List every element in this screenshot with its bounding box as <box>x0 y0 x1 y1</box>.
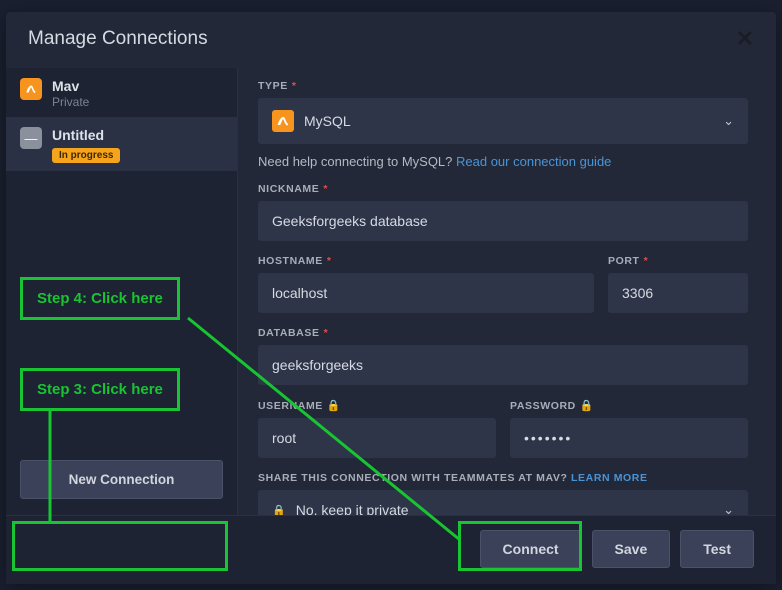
status-badge: In progress <box>52 148 120 163</box>
required-marker: * <box>644 255 649 267</box>
connection-name: Mav <box>52 78 89 95</box>
nickname-label: NICKNAME* <box>258 183 748 195</box>
field-database: DATABASE* <box>258 327 748 385</box>
hostname-input[interactable] <box>258 273 594 313</box>
modal-title: Manage Connections <box>28 28 208 50</box>
share-select[interactable]: 🔒 No, keep it private ⌄ <box>258 490 748 515</box>
field-nickname: NICKNAME* <box>258 183 748 241</box>
type-label: TYPE* <box>258 80 748 92</box>
lock-icon: 🔒 <box>272 504 286 516</box>
password-input[interactable]: ••••••• <box>510 418 748 458</box>
save-button[interactable]: Save <box>592 530 671 568</box>
mysql-icon <box>20 78 42 100</box>
connection-subtitle: Private <box>52 95 89 109</box>
port-input[interactable] <box>608 273 748 313</box>
mysql-icon <box>272 110 294 132</box>
required-marker: * <box>327 255 332 267</box>
password-label: PASSWORD🔒 <box>510 399 748 412</box>
chevron-down-icon: ⌄ <box>723 502 734 515</box>
connection-text: Untitled In progress <box>52 127 120 163</box>
username-input[interactable] <box>258 418 496 458</box>
share-value: No, keep it private <box>296 502 409 515</box>
connection-item-untitled[interactable]: — Untitled In progress <box>6 117 237 171</box>
modal-footer: Connect Save Test <box>6 515 776 584</box>
connection-list: Mav Private — Untitled In progress <box>6 68 237 448</box>
lock-icon: 🔒 <box>327 399 341 412</box>
new-connection-button[interactable]: New Connection <box>20 460 223 499</box>
required-marker: * <box>292 80 297 92</box>
connection-form: TYPE* MySQL ⌄ Need help connecting to My… <box>238 68 776 515</box>
field-port: PORT* <box>608 255 748 313</box>
field-share: SHARE THIS CONNECTION WITH TEAMMATES AT … <box>258 472 748 515</box>
username-label: USERNAME🔒 <box>258 399 496 412</box>
learn-more-link[interactable]: LEARN MORE <box>571 472 648 484</box>
database-input[interactable] <box>258 345 748 385</box>
new-connection-wrap: New Connection <box>6 448 237 515</box>
close-icon[interactable]: ✕ <box>736 26 754 52</box>
test-button[interactable]: Test <box>680 530 754 568</box>
help-text: Need help connecting to MySQL? Read our … <box>258 154 748 169</box>
connection-name: Untitled <box>52 127 120 144</box>
connect-button[interactable]: Connect <box>480 530 582 568</box>
connection-item-mav[interactable]: Mav Private <box>6 68 237 117</box>
share-label: SHARE THIS CONNECTION WITH TEAMMATES AT … <box>258 472 748 484</box>
required-marker: * <box>324 327 329 339</box>
connection-text: Mav Private <box>52 78 89 109</box>
chevron-down-icon: ⌄ <box>723 113 734 129</box>
type-value: MySQL <box>304 113 351 129</box>
connections-sidebar: Mav Private — Untitled In progress New C… <box>6 68 238 515</box>
type-select[interactable]: MySQL ⌄ <box>258 98 748 144</box>
connection-guide-link[interactable]: Read our connection guide <box>456 154 611 169</box>
field-type: TYPE* MySQL ⌄ Need help connecting to My… <box>258 80 748 169</box>
modal-header: Manage Connections ✕ <box>6 12 776 68</box>
database-label: DATABASE* <box>258 327 748 339</box>
nickname-input[interactable] <box>258 201 748 241</box>
connection-placeholder-icon: — <box>20 127 42 149</box>
hostname-label: HOSTNAME* <box>258 255 594 267</box>
port-label: PORT* <box>608 255 748 267</box>
required-marker: * <box>323 183 328 195</box>
field-username: USERNAME🔒 <box>258 399 496 458</box>
field-password: PASSWORD🔒 ••••••• <box>510 399 748 458</box>
field-hostname: HOSTNAME* <box>258 255 594 313</box>
modal-body: Mav Private — Untitled In progress New C… <box>6 68 776 515</box>
manage-connections-modal: Manage Connections ✕ Mav Private — <box>6 12 776 584</box>
lock-icon: 🔒 <box>580 399 594 412</box>
